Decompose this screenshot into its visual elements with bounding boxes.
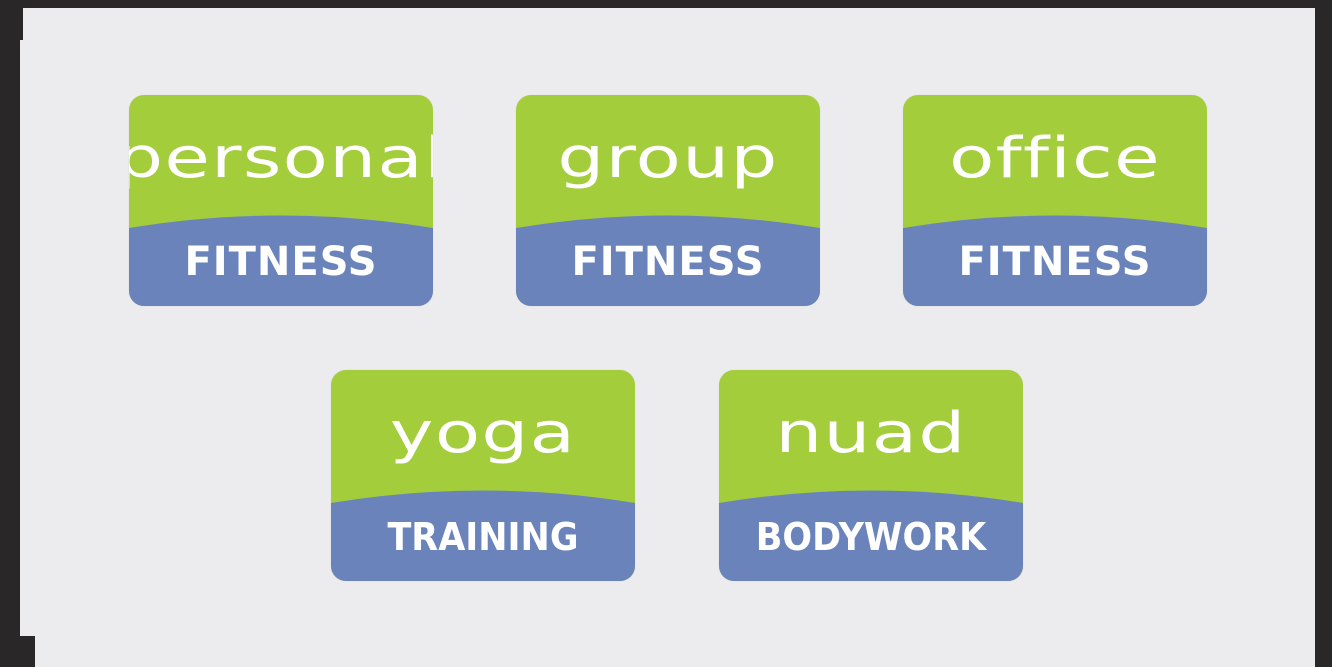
badge-top-word: office <box>949 126 1161 191</box>
badge-top-word: personal <box>129 126 433 191</box>
badge-top-word: yoga <box>389 401 577 466</box>
badge-personal-fitness[interactable]: personal FITNESS <box>129 95 433 306</box>
badge-nuad-bodywork[interactable]: nuad BODYWORK <box>719 370 1023 581</box>
badge-bottom-word: BODYWORK <box>755 515 987 559</box>
badge-bottom-word: FITNESS <box>571 239 765 285</box>
badge-bottom-word: FITNESS <box>958 239 1152 285</box>
badge-top-word: group <box>557 126 779 191</box>
badge-office-fitness[interactable]: office FITNESS <box>903 95 1207 306</box>
badge-bottom-word: FITNESS <box>184 239 378 285</box>
badge-group-fitness[interactable]: group FITNESS <box>516 95 820 306</box>
canvas-left-notch <box>20 8 23 40</box>
badge-bottom-word: TRAINING <box>387 515 579 559</box>
badge-yoga-training[interactable]: yoga TRAINING <box>331 370 635 581</box>
badge-top-word: nuad <box>775 401 967 466</box>
canvas-bottom-strip <box>35 636 1315 667</box>
